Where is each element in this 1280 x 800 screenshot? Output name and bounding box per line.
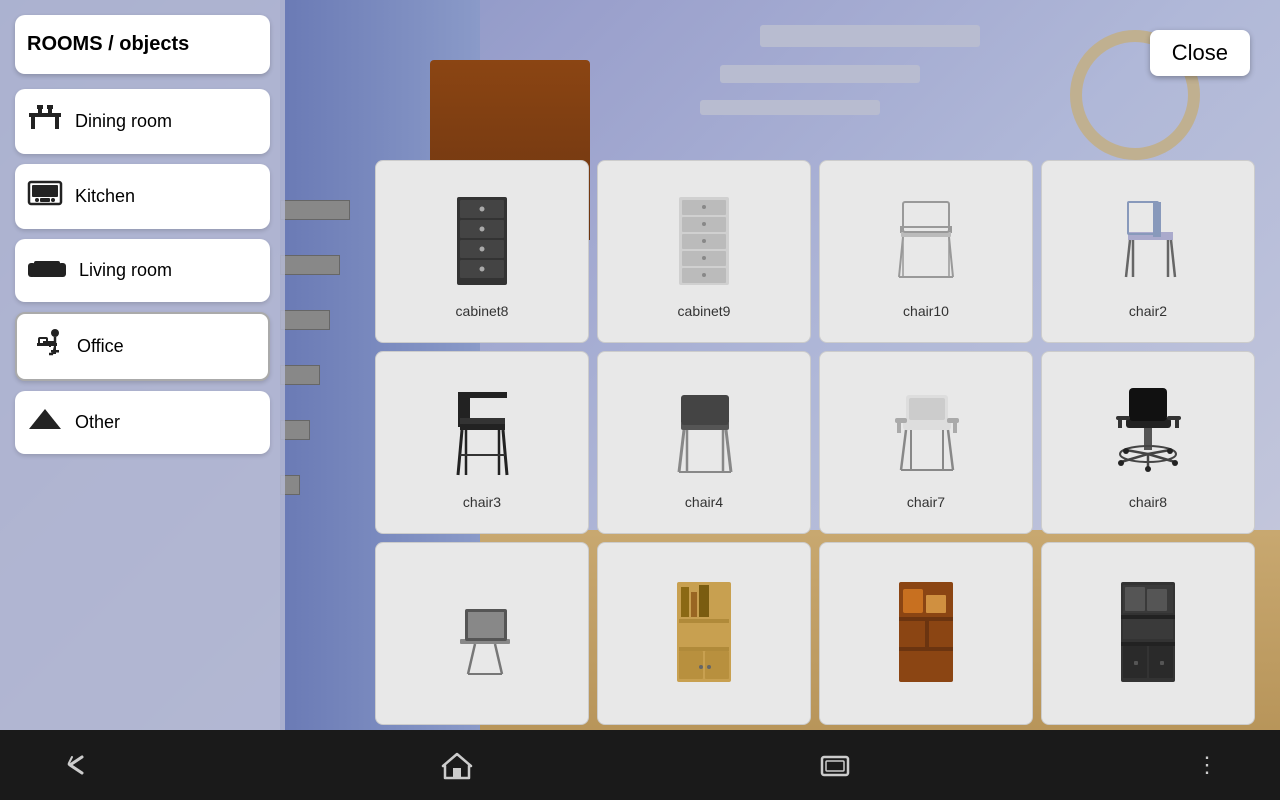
- chair3-label: chair3: [463, 494, 501, 510]
- chair2-image: [1093, 187, 1203, 297]
- object-card-shelf1[interactable]: [597, 542, 811, 725]
- chair3-image: [427, 378, 537, 488]
- cabinet8-label: cabinet8: [456, 303, 509, 319]
- object-panel: cabinet8 cabinet9: [370, 155, 1260, 730]
- sidebar: ROOMS / objects Dining room: [0, 0, 285, 730]
- sidebar-item-office-label: Office: [77, 336, 124, 357]
- sidebar-item-office[interactable]: Office: [15, 312, 270, 381]
- close-button[interactable]: Close: [1150, 30, 1250, 76]
- home-button[interactable]: [440, 750, 474, 780]
- chair4-label: chair4: [685, 494, 723, 510]
- chair7-label: chair7: [907, 494, 945, 510]
- chair7-image: [871, 378, 981, 488]
- more-options[interactable]: ⋮: [1196, 752, 1220, 778]
- recents-button[interactable]: [818, 751, 852, 779]
- bg-staircase: [280, 200, 360, 600]
- chair8-label: chair8: [1129, 494, 1167, 510]
- sidebar-item-kitchen[interactable]: Kitchen: [15, 164, 270, 229]
- object-card-chair8[interactable]: chair8: [1041, 351, 1255, 534]
- chair8-image: [1093, 378, 1203, 488]
- object-card-shelf2[interactable]: [819, 542, 1033, 725]
- sidebar-item-other-label: Other: [75, 412, 120, 433]
- object-card-chair7[interactable]: chair7: [819, 351, 1033, 534]
- living-icon: [27, 253, 67, 288]
- object-card-cabinet9[interactable]: cabinet9: [597, 160, 811, 343]
- object-card-shelf3[interactable]: [1041, 542, 1255, 725]
- object-card-cabinet8[interactable]: cabinet8: [375, 160, 589, 343]
- chair10-image: [871, 187, 981, 297]
- back-button[interactable]: [60, 751, 96, 779]
- shelf2-image: [871, 577, 981, 687]
- dining-icon: [27, 103, 63, 140]
- shelf3-image: [1093, 577, 1203, 687]
- sidebar-item-dining-label: Dining room: [75, 111, 172, 132]
- cabinet8-image: [427, 187, 537, 297]
- chair4-image: [649, 378, 759, 488]
- sidebar-item-living[interactable]: Living room: [15, 239, 270, 302]
- sidebar-item-living-label: Living room: [79, 260, 172, 281]
- object-card-chair3[interactable]: chair3: [375, 351, 589, 534]
- kitchen-icon: [27, 178, 63, 215]
- other-icon: [27, 405, 63, 440]
- shelf1-image: [649, 577, 759, 687]
- sidebar-item-kitchen-label: Kitchen: [75, 186, 135, 207]
- object-card-desk1[interactable]: [375, 542, 589, 725]
- cabinet9-image: [649, 187, 759, 297]
- cabinet9-label: cabinet9: [678, 303, 731, 319]
- object-card-chair4[interactable]: chair4: [597, 351, 811, 534]
- nav-bar: ⋮: [0, 730, 1280, 800]
- desk1-image: [427, 577, 537, 687]
- chair2-label: chair2: [1129, 303, 1167, 319]
- object-card-chair10[interactable]: chair10: [819, 160, 1033, 343]
- chair10-label: chair10: [903, 303, 949, 319]
- office-icon: [29, 328, 65, 365]
- sidebar-item-other[interactable]: Other: [15, 391, 270, 454]
- rooms-objects-button[interactable]: ROOMS / objects: [15, 15, 270, 74]
- sidebar-item-dining[interactable]: Dining room: [15, 89, 270, 154]
- object-card-chair2[interactable]: chair2: [1041, 160, 1255, 343]
